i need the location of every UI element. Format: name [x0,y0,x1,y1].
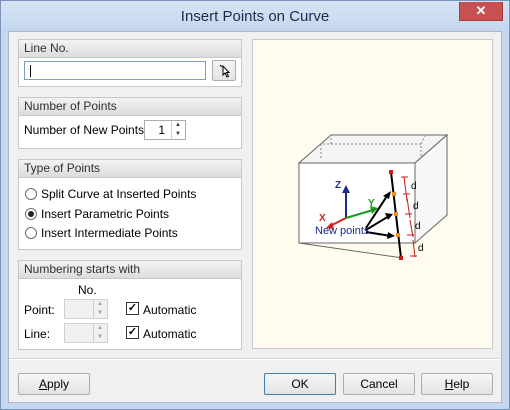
help-button[interactable]: Help [421,373,493,395]
spin-down-icon[interactable]: ▼ [94,309,106,318]
new-point-marker [396,233,400,237]
point-start-spinner[interactable]: ▲ ▼ [64,299,108,319]
new-point-marker [392,192,396,196]
numbering-group: Numbering starts with No. Point: ▲ ▼ ✓ A… [18,260,242,350]
line-spinner-arrows[interactable]: ▲ ▼ [93,324,107,342]
apply-button-label: Apply [38,377,70,391]
title-bar[interactable]: Insert Points on Curve ✕ [1,1,509,31]
point-label: Point: [24,303,55,317]
spin-down-icon[interactable]: ▼ [172,130,184,139]
ok-button[interactable]: OK [264,373,336,395]
new-points-spinner[interactable]: 1 ▲ ▼ [144,120,186,140]
radio-split-curve-label[interactable]: Split Curve at Inserted Points [41,187,196,201]
line-automatic-label[interactable]: Automatic [143,327,196,341]
spin-up-icon[interactable]: ▲ [94,324,106,333]
radio-intermediate-circle[interactable] [25,227,37,239]
curve-points-diagram: Z X Y d d d d New points [297,133,449,260]
new-points-value[interactable]: 1 [145,121,167,139]
line-start-spinner[interactable]: ▲ ▼ [64,323,108,343]
spinner-arrows[interactable]: ▲ ▼ [171,121,185,139]
help-button-label: Help [444,377,470,391]
axis-x-label: X [319,213,326,224]
text-caret [30,65,31,77]
dialog-client: Line No. Number of Points Number of New … [8,31,502,403]
pick-cursor-icon [219,64,231,78]
axis-z-label: Z [335,180,341,191]
new-points-label: Number of New Points: [24,123,148,137]
base-line [298,242,404,259]
spin-down-icon[interactable]: ▼ [94,333,106,342]
cancel-button[interactable]: Cancel [343,373,415,395]
spin-up-icon[interactable]: ▲ [172,121,184,130]
type-of-points-header: Type of Points [19,160,241,178]
line-automatic-checkbox[interactable]: ✓ [126,326,139,339]
number-of-points-header: Number of Points [19,98,241,116]
window-title: Insert Points on Curve [180,8,330,25]
point-spinner-arrows[interactable]: ▲ ▼ [93,300,107,318]
dialog-window: Insert Points on Curve ✕ Line No. Number… [0,0,510,410]
type-of-points-group: Type of Points Split Curve at Inserted P… [18,159,242,250]
dim-label: d [413,201,419,212]
new-point-marker [394,212,398,216]
close-icon: ✕ [475,3,487,18]
dim-label: d [415,221,421,232]
line-no-input[interactable] [24,61,206,80]
new-points-callout: New points [315,225,370,237]
radio-parametric-label[interactable]: Insert Parametric Points [41,207,169,221]
number-of-points-group: Number of Points Number of New Points: 1… [18,97,242,149]
line-label: Line: [24,327,51,341]
radio-parametric-circle[interactable] [25,208,37,220]
radio-intermediate-label[interactable]: Insert Intermediate Points [41,226,178,240]
no-column-header: No. [78,283,97,297]
point-automatic-label[interactable]: Automatic [143,303,196,317]
line-no-group: Line No. [18,39,242,87]
point-automatic-checkbox[interactable]: ✓ [126,302,139,315]
line-no-header: Line No. [19,40,241,58]
pick-line-button[interactable] [212,60,236,81]
ok-button-label: OK [291,377,309,391]
dim-label: d [411,181,417,192]
numbering-header: Numbering starts with [19,261,241,279]
apply-button[interactable]: Apply [18,373,90,395]
radio-split-curve-circle[interactable] [25,188,37,200]
cancel-button-label: Cancel [360,377,398,391]
close-button[interactable]: ✕ [459,2,503,21]
spin-up-icon[interactable]: ▲ [94,300,106,309]
button-separator [9,358,501,360]
preview-panel: Z X Y d d d d New points [252,39,493,349]
dim-label: d [418,243,424,254]
axis-y-label: Y [368,198,375,209]
